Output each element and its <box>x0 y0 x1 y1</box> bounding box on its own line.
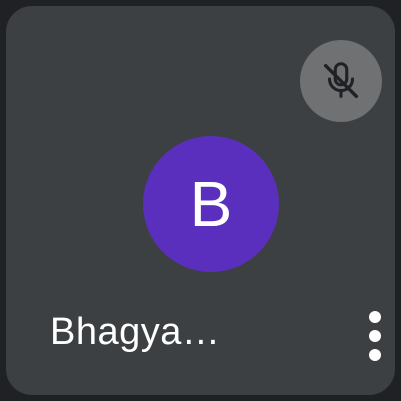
participant-tile[interactable]: B Bhagya… <box>6 6 395 395</box>
avatar-initial: B <box>189 168 233 240</box>
mic-off-icon <box>323 62 359 99</box>
mic-muted-indicator <box>300 40 382 122</box>
participant-name: Bhagya… <box>50 311 221 353</box>
avatar: B <box>143 136 279 272</box>
more-vert-icon <box>369 311 381 361</box>
more-options-button[interactable] <box>358 306 392 366</box>
